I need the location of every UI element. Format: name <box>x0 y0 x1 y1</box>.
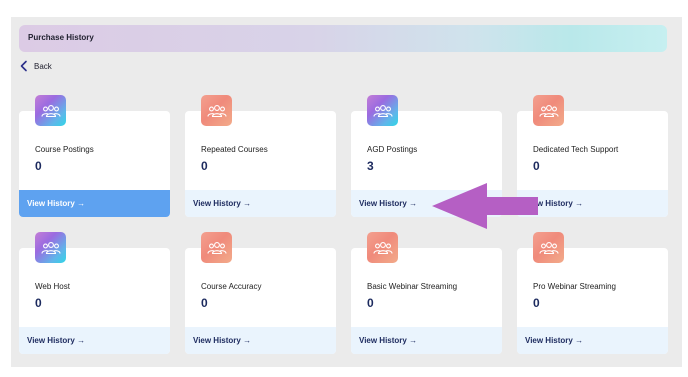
card-count: 0 <box>533 296 540 310</box>
chevron-left-icon <box>20 60 27 72</box>
view-history-label: View History → <box>525 336 584 345</box>
view-history-label: View History → <box>193 199 252 208</box>
card-count: 0 <box>35 296 42 310</box>
card-title: Web Host <box>35 282 70 291</box>
view-history-label: View History → <box>359 199 418 208</box>
view-history-button[interactable]: View History → <box>517 327 668 354</box>
card-count: 0 <box>201 159 208 173</box>
card-basic-webinar-streaming: Basic Webinar Streaming 0 View History → <box>351 232 502 354</box>
card-title: Course Accuracy <box>201 282 262 291</box>
group-icon <box>35 95 66 126</box>
view-history-button[interactable]: View History → <box>19 327 170 354</box>
card-count: 3 <box>367 159 374 173</box>
card-title: Pro Webinar Streaming <box>533 282 616 291</box>
view-history-button[interactable]: View History → <box>19 190 170 217</box>
card-title: AGD Postings <box>367 145 418 154</box>
view-history-button[interactable]: View History → <box>185 190 336 217</box>
view-history-label: View History → <box>359 336 418 345</box>
back-label: Back <box>34 61 52 71</box>
view-history-label: View History → <box>27 199 86 208</box>
card-title: Repeated Courses <box>201 145 268 154</box>
card-course-accuracy: Course Accuracy 0 View History → <box>185 232 336 354</box>
card-count: 0 <box>367 296 374 310</box>
card-web-host: Web Host 0 View History → <box>19 232 170 354</box>
page-title: Purchase History <box>28 33 94 42</box>
page-header: Purchase History <box>19 25 667 52</box>
group-icon <box>533 95 564 126</box>
group-icon <box>201 232 232 263</box>
card-count: 0 <box>35 159 42 173</box>
view-history-button[interactable]: View History → <box>185 327 336 354</box>
group-icon <box>201 95 232 126</box>
card-title: Basic Webinar Streaming <box>367 282 458 291</box>
group-icon <box>367 232 398 263</box>
view-history-label: View History → <box>27 336 86 345</box>
group-icon <box>533 232 564 263</box>
view-history-button[interactable]: View History → <box>351 327 502 354</box>
view-history-label: View History → <box>193 336 252 345</box>
annotation-arrow-icon <box>432 183 538 229</box>
card-title: Course Postings <box>35 145 94 154</box>
card-repeated-courses: Repeated Courses 0 View History → <box>185 95 336 217</box>
card-count: 0 <box>201 296 208 310</box>
back-link[interactable]: Back <box>19 59 52 73</box>
card-pro-webinar-streaming: Pro Webinar Streaming 0 View History → <box>517 232 668 354</box>
card-count: 0 <box>533 159 540 173</box>
card-title: Dedicated Tech Support <box>533 145 619 154</box>
group-icon <box>35 232 66 263</box>
group-icon <box>367 95 398 126</box>
card-course-postings: Course Postings 0 View History → <box>19 95 170 217</box>
